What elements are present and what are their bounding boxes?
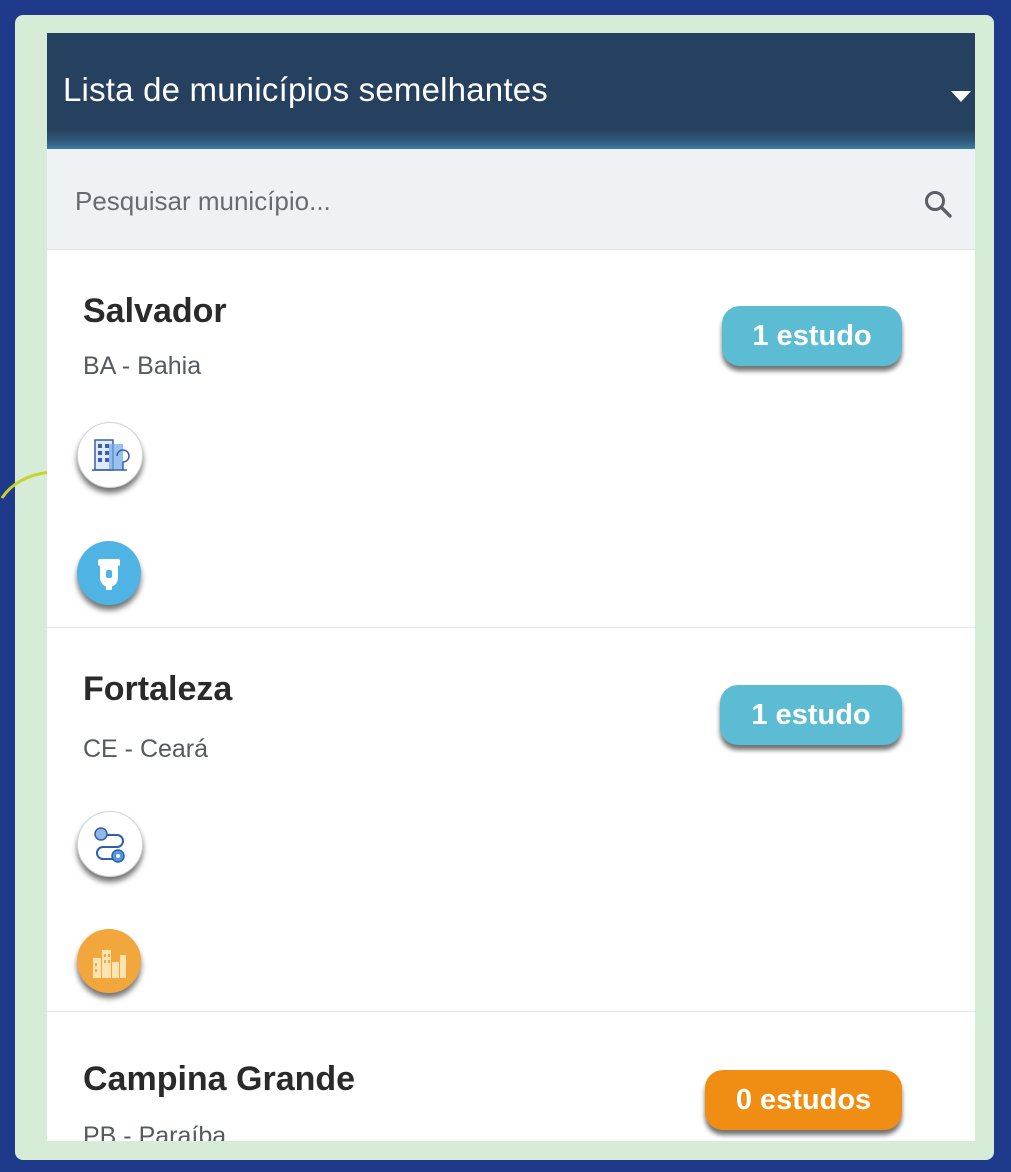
municipio-item-salvador[interactable]: Salvador BA - Bahia 1 estudo bbox=[47, 250, 975, 628]
route-icon[interactable] bbox=[77, 811, 143, 877]
chevron-down-icon[interactable] bbox=[951, 91, 971, 102]
municipio-state: CE - Ceará bbox=[83, 735, 209, 763]
studies-badge[interactable]: 1 estudo bbox=[720, 685, 902, 745]
studies-badge[interactable]: 1 estudo bbox=[722, 306, 902, 366]
panel-header[interactable]: Lista de municípios semelhantes bbox=[47, 33, 975, 149]
panel-title: Lista de municípios semelhantes bbox=[63, 71, 548, 108]
municipio-state: BA - Bahia bbox=[83, 352, 202, 380]
municipio-name: Fortaleza bbox=[83, 670, 233, 708]
municipio-state: PB - Paraíba bbox=[83, 1122, 227, 1141]
municipio-name: Campina Grande bbox=[83, 1060, 356, 1098]
municipio-name: Salvador bbox=[83, 292, 227, 330]
city-skyline-icon[interactable] bbox=[77, 929, 141, 993]
search-icon[interactable] bbox=[923, 189, 953, 219]
municipio-item-fortaleza[interactable]: Fortaleza CE - Ceará 1 estudo bbox=[47, 628, 975, 1012]
search-bar bbox=[47, 149, 975, 250]
studies-badge[interactable]: 0 estudos bbox=[705, 1070, 902, 1130]
faucet-icon[interactable] bbox=[77, 541, 141, 605]
search-input[interactable] bbox=[73, 181, 897, 221]
header-wave-decoration bbox=[47, 129, 975, 149]
building-icon[interactable] bbox=[77, 422, 143, 488]
municipio-item-campina-grande[interactable]: Campina Grande PB - Paraíba 0 estudos bbox=[47, 1012, 975, 1141]
similar-municipalities-panel: Lista de municípios semelhantes Salvador… bbox=[47, 33, 975, 1141]
